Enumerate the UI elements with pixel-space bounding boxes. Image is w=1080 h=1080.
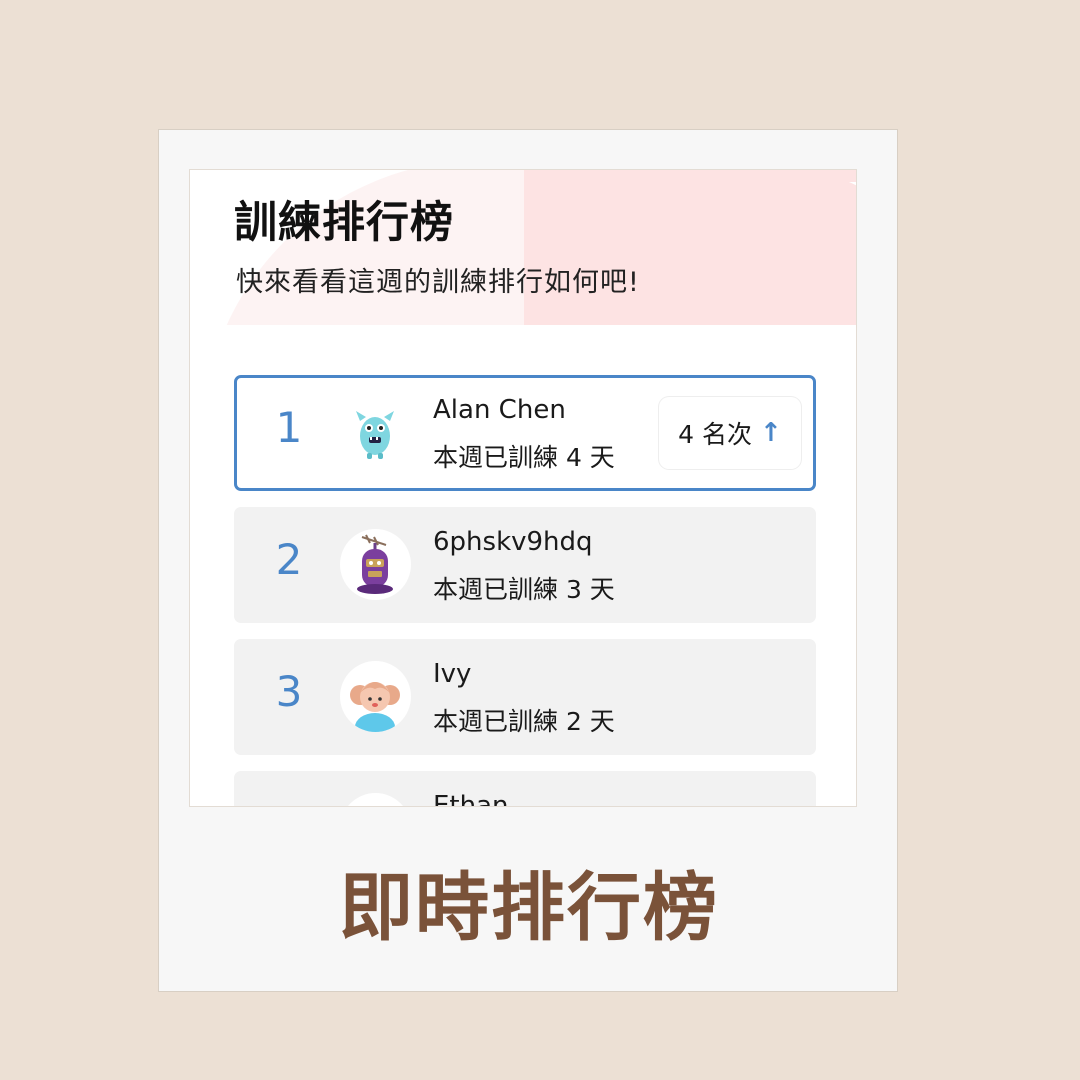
rank-number: 1 [275, 403, 303, 452]
training-days: 本週已訓練 3 天 [433, 575, 615, 604]
leaderboard-list: 1 Alan Chen 本週已訓練 4 天 4 名次 ↑ 2 6phskv9hd… [234, 375, 816, 807]
page-title: 訓練排行榜 [234, 198, 454, 248]
rank-number: 2 [275, 535, 303, 584]
rank-number: 3 [275, 667, 303, 716]
user-name: Alan Chen [433, 395, 566, 425]
purple-robot-icon [340, 529, 411, 600]
girl-icon [340, 661, 411, 732]
app-screen: 訓練排行榜 快來看看這週的訓練排行如何吧! 1 Alan Chen 本週已訓練 … [189, 169, 857, 807]
rank-change-text: 4 名次 [678, 420, 753, 449]
header-decoration-strip [684, 170, 856, 182]
training-days: 本週已訓練 2 天 [433, 707, 615, 736]
avatar-icon [340, 793, 411, 806]
page-subtitle: 快來看看這週的訓練排行如何吧! [236, 267, 640, 298]
header-decoration-pink [524, 170, 856, 325]
leaderboard-row[interactable]: 2 6phskv9hdq 本週已訓練 3 天 [234, 507, 816, 623]
user-name: 6phskv9hdq [433, 527, 593, 557]
arrow-up-icon: ↑ [760, 418, 782, 448]
polaroid-frame: 訓練排行榜 快來看看這週的訓練排行如何吧! 1 Alan Chen 本週已訓練 … [158, 129, 898, 992]
user-name: Ethan [433, 791, 509, 807]
leaderboard-row[interactable]: Ethan [234, 771, 816, 807]
rank-change-badge: 4 名次 ↑ [659, 397, 801, 469]
user-name: Ivy [433, 659, 472, 689]
training-days: 本週已訓練 4 天 [433, 443, 615, 472]
caption-title: 即時排行榜 [339, 865, 719, 951]
leaderboard-row[interactable]: 1 Alan Chen 本週已訓練 4 天 4 名次 ↑ [234, 375, 816, 491]
leaderboard-row[interactable]: 3 Ivy 本週已訓練 2 天 [234, 639, 816, 755]
blue-monster-icon [340, 397, 411, 468]
